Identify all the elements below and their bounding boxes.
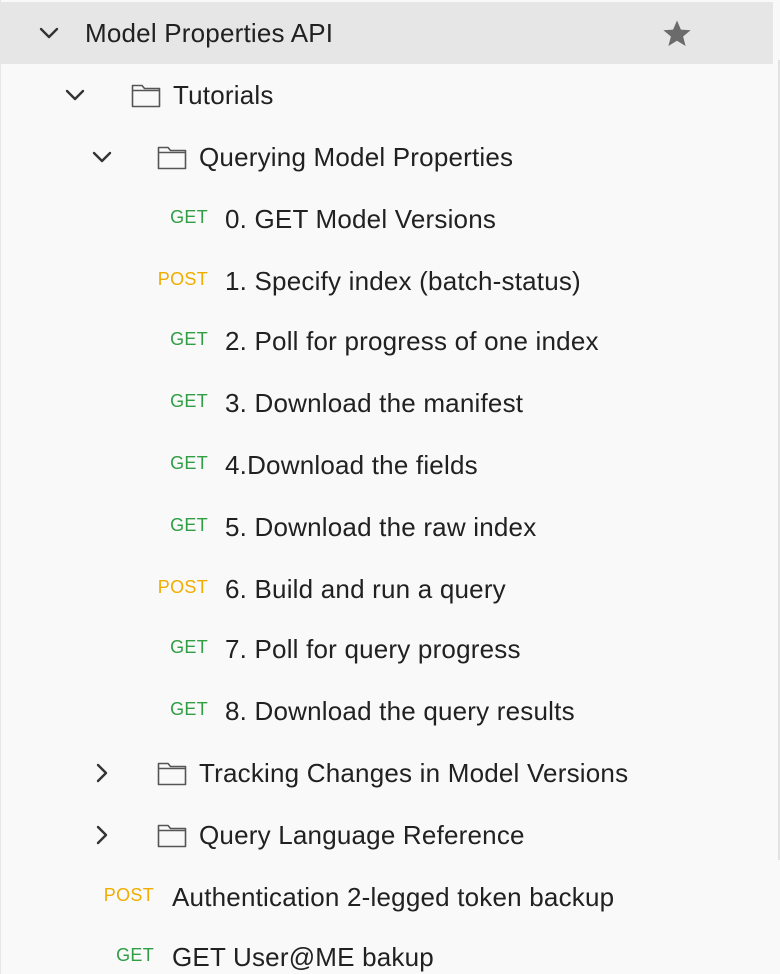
- folder-row-query-language-reference[interactable]: Query Language Reference: [1, 804, 773, 866]
- request-row[interactable]: POST Authentication 2-legged token backu…: [1, 866, 773, 928]
- request-row[interactable]: POST 6. Build and run a query: [1, 558, 773, 620]
- request-row[interactable]: GET 7. Poll for query progress: [1, 618, 773, 680]
- method-badge-get: GET: [170, 637, 208, 657]
- collection-row[interactable]: Model Properties API: [1, 2, 773, 64]
- method-badge-get: GET: [170, 699, 208, 719]
- folder-label: Tutorials: [173, 80, 274, 110]
- collection-name: Model Properties API: [85, 18, 334, 48]
- collection-tree: Model Properties API Tutorials Querying …: [0, 0, 780, 974]
- method-badge-get: GET: [170, 329, 208, 349]
- method-badge-get: GET: [170, 515, 208, 535]
- request-name: GET User@ME bakup: [172, 942, 434, 972]
- method-badge-post: POST: [157, 269, 208, 289]
- folder-row-tracking-changes[interactable]: Tracking Changes in Model Versions: [1, 742, 773, 804]
- request-name: 8. Download the query results: [225, 696, 575, 726]
- request-name: 7. Poll for query progress: [225, 634, 521, 664]
- folder-label: Query Language Reference: [199, 820, 525, 850]
- request-name: 0. GET Model Versions: [225, 204, 497, 234]
- request-name: Authentication 2-legged token backup: [172, 882, 615, 912]
- request-name: 5. Download the raw index: [225, 512, 537, 542]
- star-icon[interactable]: [661, 18, 693, 50]
- request-row[interactable]: GET 0. GET Model Versions: [1, 188, 773, 250]
- request-row[interactable]: GET 4.Download the fields: [1, 434, 773, 496]
- method-badge-get: GET: [170, 207, 208, 227]
- request-name: 6. Build and run a query: [225, 574, 506, 604]
- folder-row-tutorials[interactable]: Tutorials: [1, 64, 773, 126]
- request-row[interactable]: POST 1. Specify index (batch-status): [1, 250, 773, 312]
- folder-row-querying-model-properties[interactable]: Querying Model Properties: [1, 126, 773, 188]
- method-badge-get: GET: [170, 453, 208, 473]
- folder-label: Tracking Changes in Model Versions: [199, 758, 629, 788]
- chevron-right-icon[interactable]: [88, 821, 116, 849]
- method-badge-get: GET: [116, 945, 154, 965]
- folder-icon: [156, 819, 188, 851]
- chevron-right-icon[interactable]: [88, 759, 116, 787]
- folder-label: Querying Model Properties: [199, 142, 514, 172]
- chevron-down-icon[interactable]: [61, 81, 89, 109]
- request-name: 4.Download the fields: [225, 450, 478, 480]
- chevron-down-icon[interactable]: [88, 143, 116, 171]
- folder-icon: [130, 79, 162, 111]
- folder-icon: [156, 757, 188, 789]
- method-badge-post: POST: [157, 577, 208, 597]
- request-row[interactable]: GET 5. Download the raw index: [1, 496, 773, 558]
- request-name: 3. Download the manifest: [225, 388, 524, 418]
- request-row[interactable]: GET 8. Download the query results: [1, 680, 773, 742]
- request-row[interactable]: GET GET User@ME bakup: [1, 926, 773, 974]
- request-row[interactable]: GET 2. Poll for progress of one index: [1, 310, 773, 372]
- request-name: 1. Specify index (batch-status): [225, 266, 581, 296]
- request-row[interactable]: GET 3. Download the manifest: [1, 372, 773, 434]
- chevron-down-icon[interactable]: [35, 19, 63, 47]
- method-badge-get: GET: [170, 391, 208, 411]
- folder-icon: [156, 141, 188, 173]
- request-name: 2. Poll for progress of one index: [225, 326, 599, 356]
- method-badge-post: POST: [103, 885, 154, 905]
